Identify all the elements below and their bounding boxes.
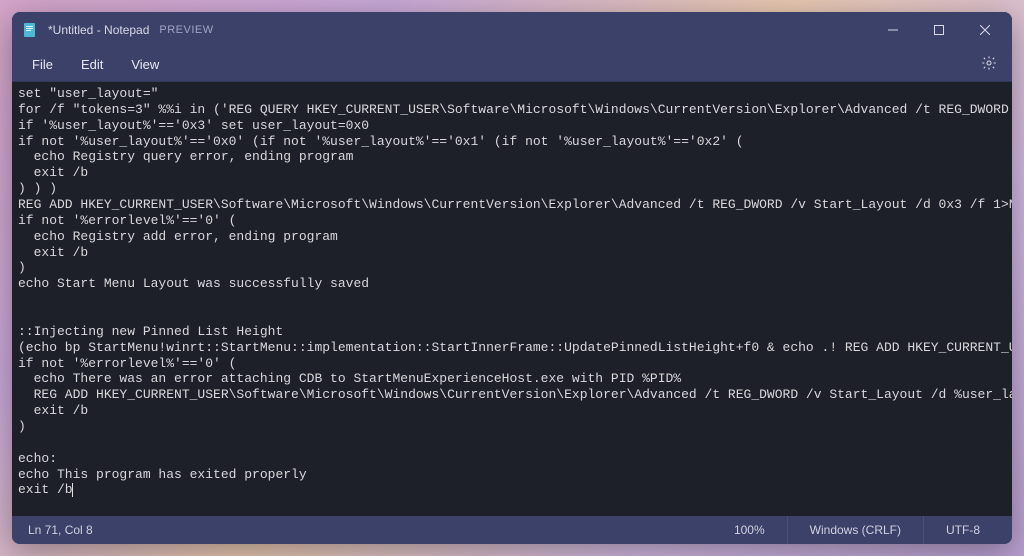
text-cursor <box>72 483 73 497</box>
maximize-button[interactable] <box>916 12 962 48</box>
gear-icon <box>981 55 997 74</box>
titlebar[interactable]: *Untitled - Notepad PREVIEW <box>12 12 1012 48</box>
window-title: *Untitled - Notepad <box>48 23 149 37</box>
status-line-ending[interactable]: Windows (CRLF) <box>787 516 923 544</box>
menu-file[interactable]: File <box>18 52 67 77</box>
preview-badge: PREVIEW <box>159 24 213 36</box>
menubar: File Edit View <box>12 48 1012 82</box>
close-button[interactable] <box>962 12 1008 48</box>
settings-button[interactable] <box>972 51 1006 79</box>
editor-content: set "user_layout=" for /f "tokens=3" %%i… <box>18 86 1012 497</box>
status-cursor-position[interactable]: Ln 71, Col 8 <box>22 523 93 537</box>
notepad-icon <box>22 22 38 38</box>
text-editor[interactable]: set "user_layout=" for /f "tokens=3" %%i… <box>12 82 1012 516</box>
menu-edit[interactable]: Edit <box>67 52 117 77</box>
notepad-window: *Untitled - Notepad PREVIEW File Edit Vi… <box>12 12 1012 544</box>
menu-view[interactable]: View <box>117 52 173 77</box>
status-encoding[interactable]: UTF-8 <box>923 516 1002 544</box>
status-zoom[interactable]: 100% <box>712 516 787 544</box>
minimize-button[interactable] <box>870 12 916 48</box>
statusbar: Ln 71, Col 8 100% Windows (CRLF) UTF-8 <box>12 516 1012 544</box>
window-controls <box>870 12 1008 48</box>
